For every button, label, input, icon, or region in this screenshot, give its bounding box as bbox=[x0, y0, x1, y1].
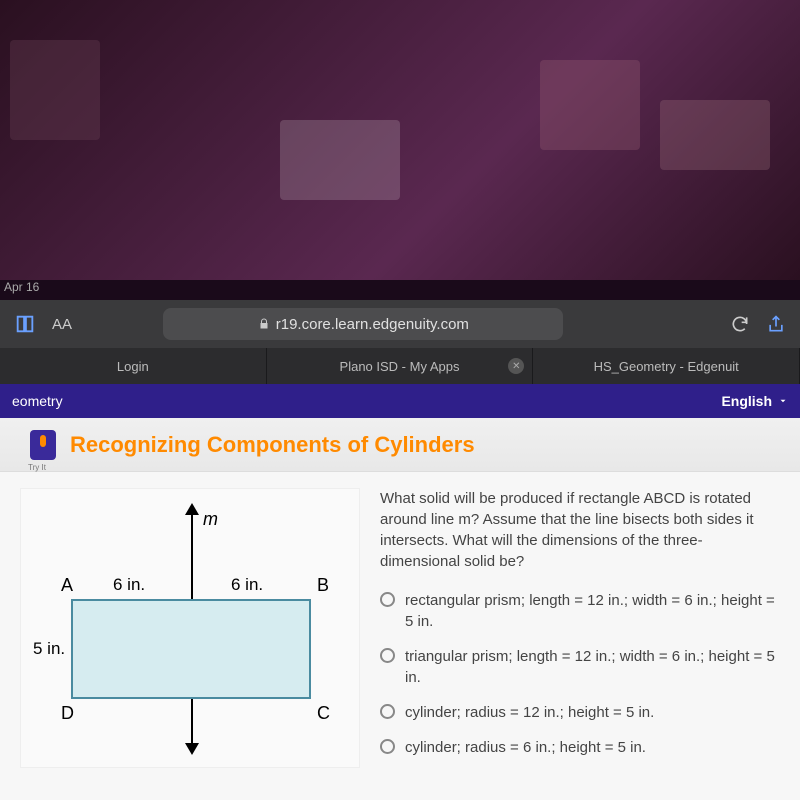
language-selector[interactable]: English bbox=[721, 393, 788, 409]
lesson-header: Try It Recognizing Components of Cylinde… bbox=[0, 418, 800, 472]
lock-icon bbox=[258, 318, 270, 330]
question-panel: What solid will be produced if rectangle… bbox=[380, 488, 780, 772]
option-3[interactable]: cylinder; radius = 12 in.; height = 5 in… bbox=[380, 702, 780, 723]
radio-icon[interactable] bbox=[380, 592, 395, 607]
tab-login[interactable]: Login bbox=[0, 348, 267, 384]
date-label: Apr 16 bbox=[0, 278, 43, 296]
radio-icon[interactable] bbox=[380, 704, 395, 719]
lesson-content: Try It Recognizing Components of Cylinde… bbox=[0, 418, 800, 800]
axis-label-m: m bbox=[203, 509, 218, 530]
option-1[interactable]: rectangular prism; length = 12 in.; widt… bbox=[380, 590, 780, 632]
share-icon[interactable] bbox=[766, 314, 786, 334]
vertex-d: D bbox=[61, 703, 74, 724]
reload-icon[interactable] bbox=[730, 314, 750, 334]
vertex-c: C bbox=[317, 703, 330, 724]
tab-plano-isd[interactable]: Plano ISD - My Apps✕ bbox=[267, 348, 534, 384]
address-bar[interactable]: r19.core.learn.edgenuity.com bbox=[163, 308, 563, 340]
dimension-6in-right: 6 in. bbox=[231, 575, 263, 595]
radio-icon[interactable] bbox=[380, 739, 395, 754]
figure-diagram: m A B C D 6 in. 6 in. 5 in. bbox=[20, 488, 360, 768]
option-4[interactable]: cylinder; radius = 6 in.; height = 5 in. bbox=[380, 737, 780, 758]
vertex-b: B bbox=[317, 575, 329, 596]
tab-bar: Login Plano ISD - My Apps✕ HS_Geometry -… bbox=[0, 348, 800, 384]
url-text: r19.core.learn.edgenuity.com bbox=[276, 316, 469, 333]
dimension-5in: 5 in. bbox=[33, 639, 65, 659]
lesson-title: Recognizing Components of Cylinders bbox=[70, 432, 475, 458]
vertex-a: A bbox=[61, 575, 73, 596]
rectangle-abcd bbox=[71, 599, 311, 699]
radio-icon[interactable] bbox=[380, 648, 395, 663]
tryit-badge: Try It bbox=[30, 430, 56, 460]
option-2[interactable]: triangular prism; length = 12 in.; width… bbox=[380, 646, 780, 688]
tab-geometry[interactable]: HS_Geometry - Edgenuit bbox=[533, 348, 800, 384]
close-icon[interactable]: ✕ bbox=[508, 358, 524, 374]
course-header: eometry English bbox=[0, 384, 800, 418]
chevron-down-icon bbox=[778, 396, 788, 406]
course-name: eometry bbox=[12, 393, 63, 409]
dimension-6in-left: 6 in. bbox=[113, 575, 145, 595]
browser-toolbar: AA r19.core.learn.edgenuity.com bbox=[0, 300, 800, 348]
text-size-control[interactable]: AA bbox=[52, 316, 72, 333]
desktop-background bbox=[0, 0, 800, 280]
bookmarks-icon[interactable] bbox=[14, 313, 36, 335]
question-text: What solid will be produced if rectangle… bbox=[380, 488, 780, 572]
